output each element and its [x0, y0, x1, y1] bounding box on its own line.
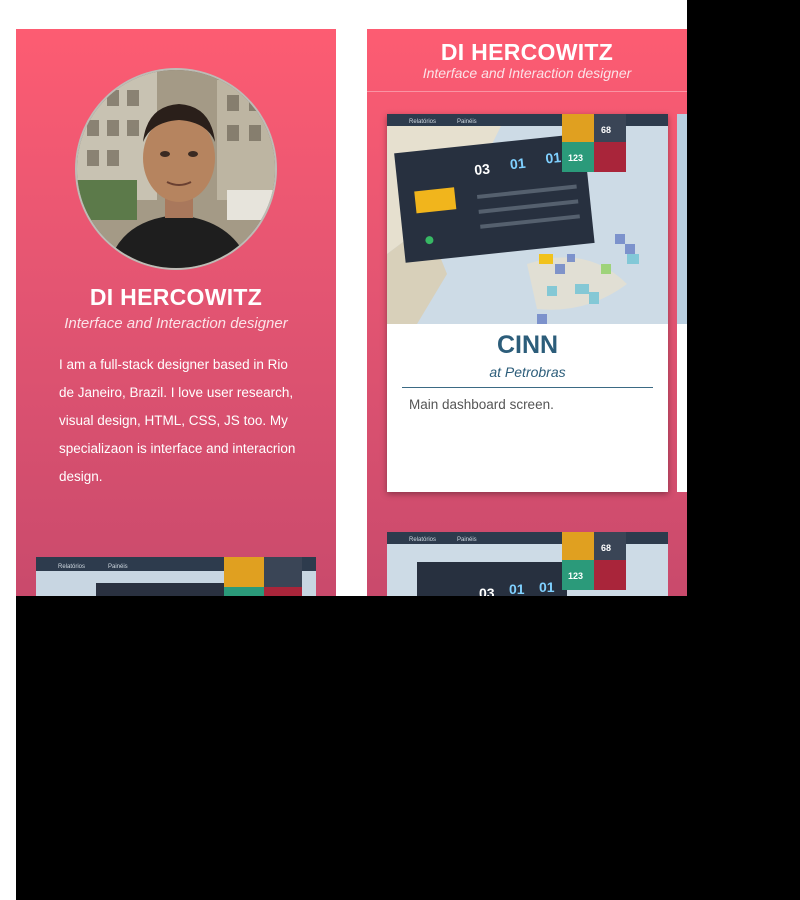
menu-item: Relatórios: [409, 119, 436, 125]
panel-name: DI HERCOWITZ: [440, 39, 614, 65]
tile-value: 01: [545, 149, 562, 167]
card-divider: [402, 387, 653, 388]
menu-item: Relatórios: [58, 564, 85, 570]
tile-value: 01: [539, 579, 555, 595]
profile-card: DI HERCOWITZ Interface and Interaction d…: [16, 29, 336, 596]
menu-item: Painéis: [457, 119, 477, 125]
tile-value: 03: [479, 585, 495, 596]
side-tile-value: 68: [601, 125, 611, 135]
tile-value: 03: [474, 160, 491, 178]
tile-value: 01: [509, 155, 526, 173]
next-project-card[interactable]: [677, 114, 687, 492]
panel-header: DI HERCOWITZ Interface and Interaction d…: [367, 29, 687, 92]
side-tile-value: 123: [568, 153, 583, 163]
project-company: at Petrobras: [489, 364, 566, 380]
next-project-screenshot: [677, 114, 687, 324]
side-tile-value: 123: [568, 571, 583, 581]
project-title: CINN: [496, 331, 559, 359]
profile-bio: I am a full-stack designer based in Rio …: [59, 357, 296, 484]
tile-value: 01: [509, 581, 525, 596]
project-thumbnail[interactable]: Relatórios Painéis: [36, 557, 316, 596]
menu-item: Painéis: [108, 564, 128, 570]
panel-role: Interface and Interaction designer: [422, 65, 632, 81]
project-card-2[interactable]: Relatórios Painéis 03 01 01 123 68: [387, 532, 668, 596]
project-screenshot: Relatórios Painéis 03 01 01 123 68: [387, 114, 668, 324]
project-card[interactable]: Relatórios Painéis 03 01 01 123 68 CINN …: [387, 114, 668, 492]
menu-item: Painéis: [457, 537, 477, 543]
portfolio-panel: DI HERCOWITZ Interface and Interaction d…: [367, 29, 687, 596]
profile-avatar: [75, 68, 277, 270]
side-tile-value: 68: [601, 543, 611, 553]
project-description: Main dashboard screen.: [409, 397, 554, 412]
profile-name: DI HERCOWITZ: [89, 284, 263, 310]
profile-role: Interface and Interaction designer: [64, 315, 288, 332]
page-background-strip: [0, 596, 16, 900]
menu-item: Relatórios: [409, 537, 436, 543]
